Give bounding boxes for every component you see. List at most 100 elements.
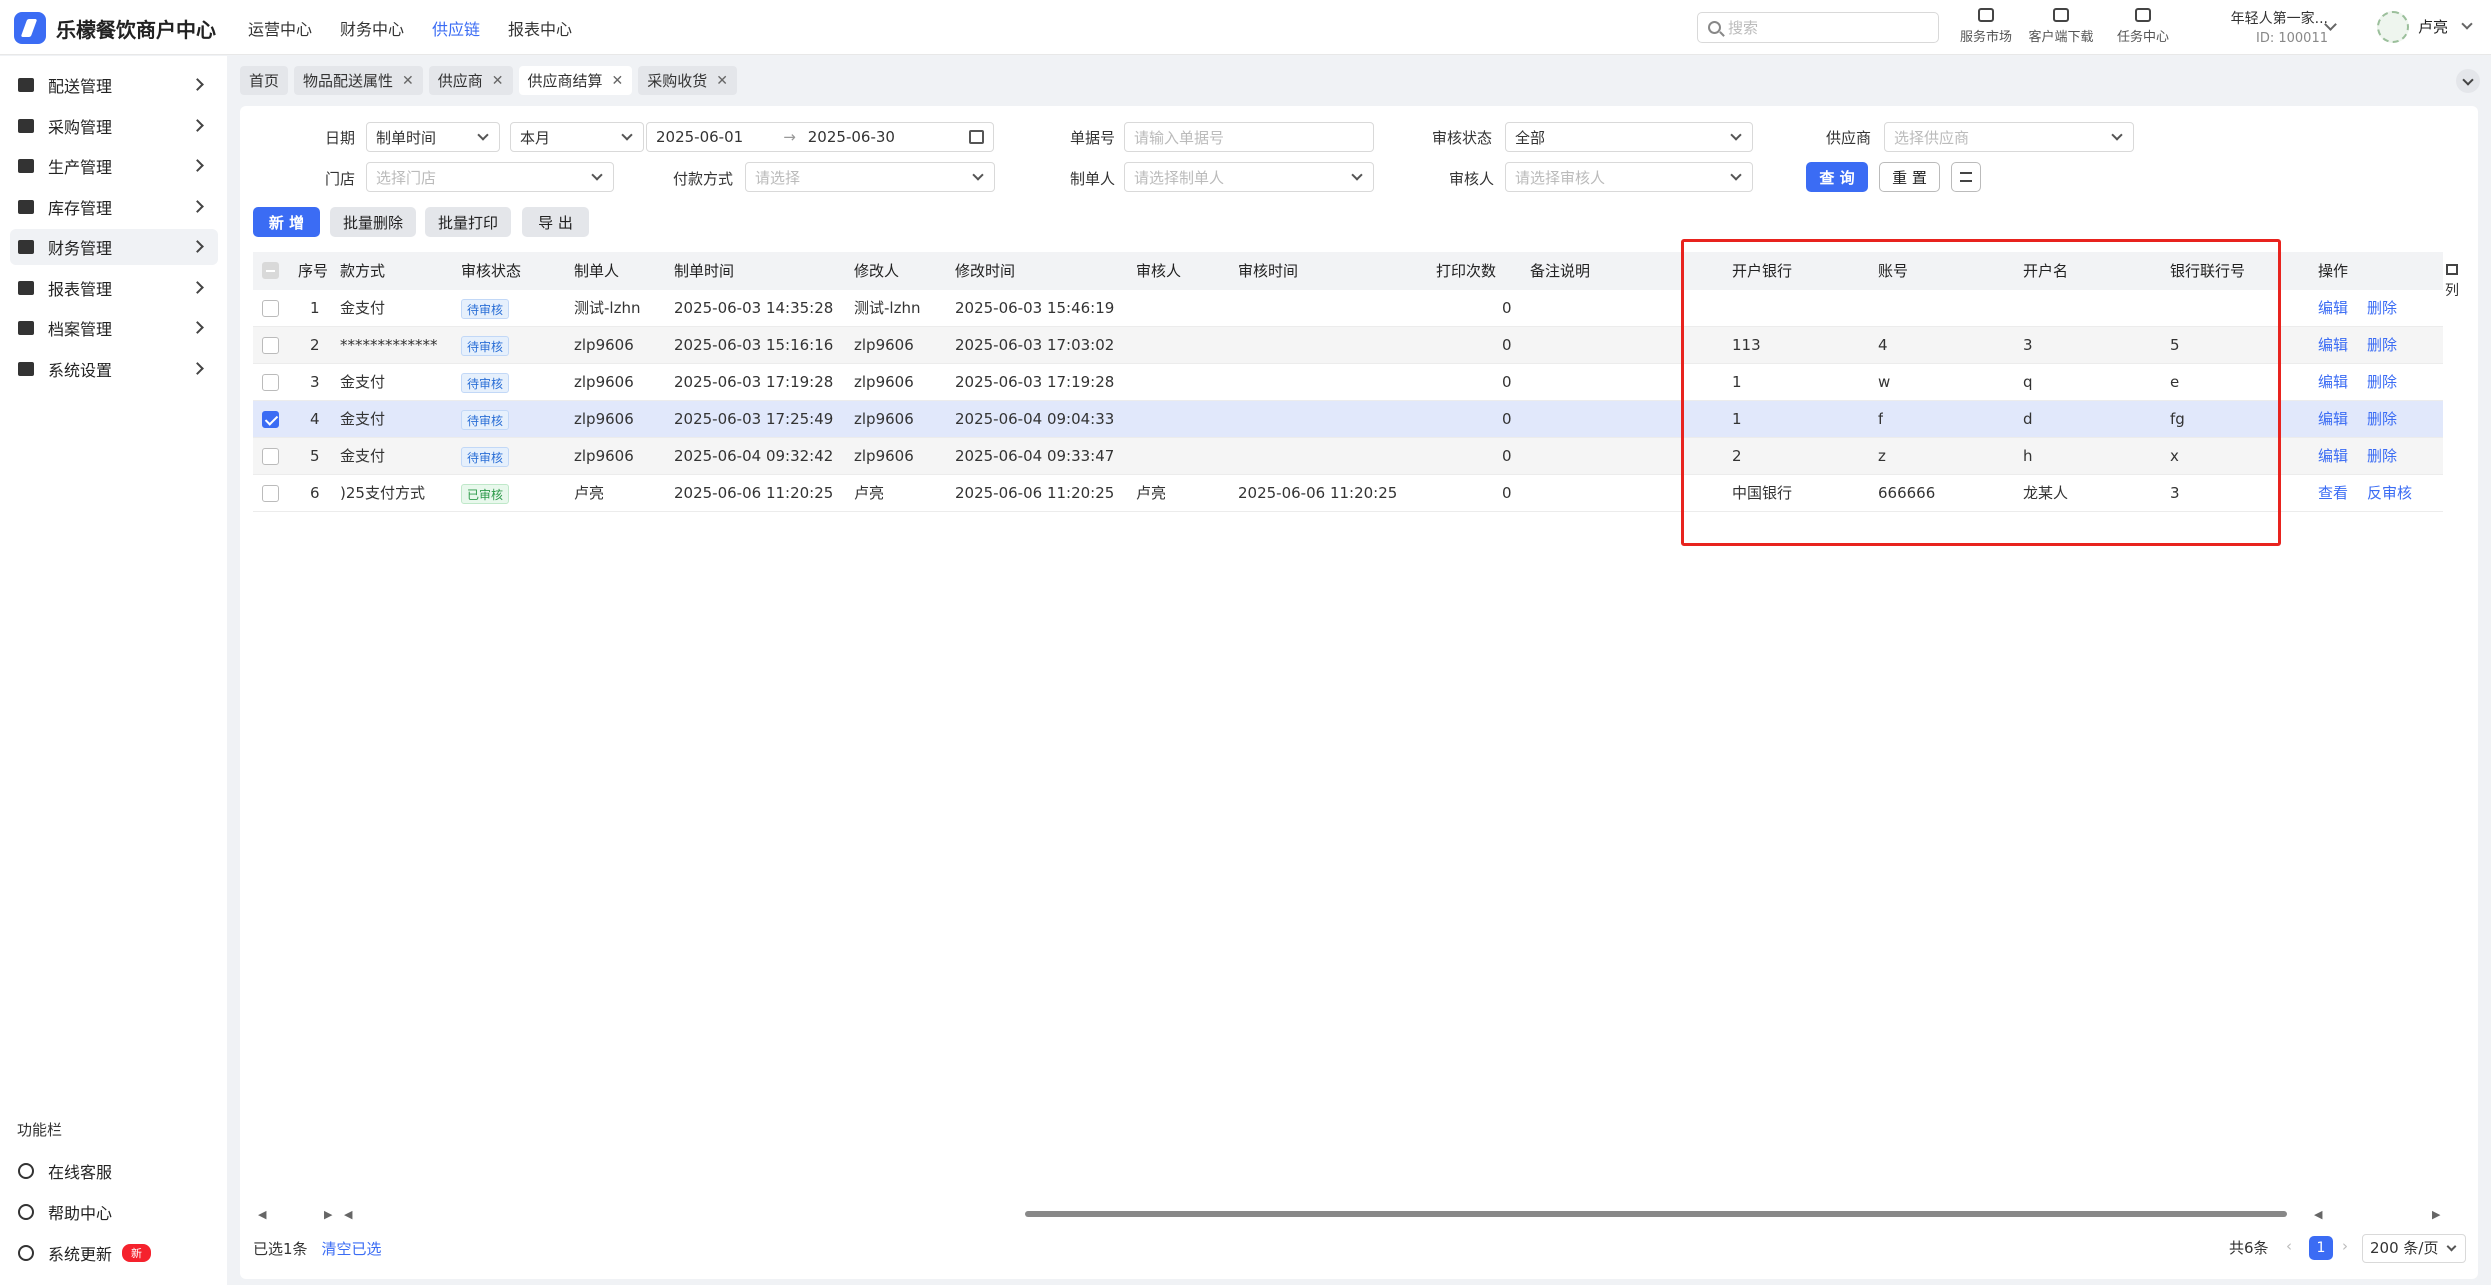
scroll-left-icon[interactable]: ◀	[344, 1208, 352, 1221]
export-button[interactable]: 导 出	[522, 207, 589, 237]
close-icon[interactable]: ✕	[492, 73, 504, 89]
col-header-print-count[interactable]: 打印次数	[1436, 252, 1496, 290]
avatar[interactable]	[2377, 11, 2409, 43]
col-header-account[interactable]: 账号	[1878, 252, 1908, 290]
prev-page-icon[interactable]: ‹	[2286, 1237, 2292, 1255]
table-row[interactable]: 4 金支付 待审核 zlp9606 2025-06-03 17:25:49 zlp9606…	[253, 401, 2443, 438]
topnav-operations[interactable]: 运营中心	[248, 16, 312, 40]
help-center-link[interactable]: 帮助中心	[18, 1200, 112, 1224]
next-page-icon[interactable]: ›	[2342, 1237, 2348, 1255]
col-header-create-time[interactable]: 制单时间	[674, 252, 734, 290]
close-icon[interactable]: ✕	[612, 73, 624, 89]
delete-link[interactable]: 删除	[2367, 401, 2397, 438]
scroll-left-icon[interactable]: ◀	[2314, 1208, 2322, 1221]
row-checkbox[interactable]	[262, 300, 279, 317]
reset-button[interactable]: 重 置	[1879, 162, 1940, 192]
col-header-auditor[interactable]: 审核人	[1136, 252, 1181, 290]
filter-settings-button[interactable]	[1951, 162, 1981, 192]
scroll-left-icon[interactable]: ◀	[258, 1208, 266, 1221]
sidebar-item-finance[interactable]: 财务管理	[10, 229, 218, 265]
auditor-select[interactable]: 请选择审核人	[1505, 162, 1753, 192]
delete-link[interactable]: 删除	[2367, 364, 2397, 401]
col-header-payment-method[interactable]: 款方式	[340, 252, 410, 290]
doc-no-input[interactable]: 请输入单据号	[1124, 122, 1374, 152]
page-size-select[interactable]: 200 条/页	[2362, 1234, 2466, 1263]
sidebar-item-inventory[interactable]: 库存管理	[10, 189, 218, 225]
online-support-link[interactable]: 在线客服	[18, 1159, 112, 1183]
row-checkbox[interactable]	[262, 374, 279, 391]
scroll-right-icon[interactable]: ▶	[2432, 1208, 2440, 1221]
tab-supplier[interactable]: 供应商 ✕	[428, 66, 513, 95]
tab-purchase-receipt[interactable]: 采购收货 ✕	[638, 66, 738, 95]
delete-link[interactable]: 删除	[2367, 438, 2397, 475]
audit-status-select[interactable]: 全部	[1505, 122, 1753, 152]
batch-delete-button[interactable]: 批量删除	[330, 207, 416, 237]
edit-link[interactable]: 编辑	[2318, 401, 2348, 438]
close-icon[interactable]: ✕	[402, 73, 414, 89]
table-row[interactable]: 1 金支付 待审核 测试-lzhn 2025-06-03 14:35:28 测试-lzhn…	[253, 290, 2443, 327]
view-link[interactable]: 查看	[2318, 475, 2348, 512]
date-type-select[interactable]: 制单时间	[366, 122, 500, 152]
tabs-more-button[interactable]	[2456, 69, 2480, 93]
batch-print-button[interactable]: 批量打印	[425, 207, 511, 237]
system-update-link[interactable]: 系统更新新	[18, 1241, 152, 1265]
clear-selection-link[interactable]: 清空已选	[322, 1240, 382, 1258]
user-name[interactable]: 卢亮	[2418, 16, 2448, 37]
service-market-button[interactable]: 服务市场	[1951, 6, 2021, 45]
select-all-checkbox[interactable]	[262, 262, 279, 279]
tab-item-delivery-attr[interactable]: 物品配送属性 ✕	[294, 66, 423, 95]
edit-link[interactable]: 编辑	[2318, 438, 2348, 475]
row-checkbox[interactable]	[262, 411, 279, 428]
payment-method-select[interactable]: 请选择	[745, 162, 995, 192]
tab-supplier-settlement[interactable]: 供应商结算 ✕	[518, 66, 633, 95]
col-header-audit-time[interactable]: 审核时间	[1238, 252, 1298, 290]
chevron-down-icon[interactable]	[2461, 18, 2473, 30]
app-logo[interactable]: 乐檬餐饮商户中心	[14, 12, 216, 44]
table-row[interactable]: 2 ************* 待审核 zlp9606 2025-06-03 15:16…	[253, 327, 2443, 364]
scrollbar-thumb[interactable]	[1025, 1211, 2287, 1217]
date-range-picker[interactable]: 2025-06-01 → 2025-06-30	[646, 122, 994, 152]
supplier-select[interactable]: 选择供应商	[1884, 122, 2134, 152]
edit-link[interactable]: 编辑	[2318, 327, 2348, 364]
sidebar-item-reports[interactable]: 报表管理	[10, 270, 218, 306]
edit-link[interactable]: 编辑	[2318, 290, 2348, 327]
sidebar-item-settings[interactable]: 系统设置	[10, 351, 218, 387]
col-header-modifier[interactable]: 修改人	[854, 252, 899, 290]
query-button[interactable]: 查 询	[1806, 162, 1868, 192]
delete-link[interactable]: 删除	[2367, 290, 2397, 327]
table-row[interactable]: 5 金支付 待审核 zlp9606 2025-06-04 09:32:42 zlp9606…	[253, 438, 2443, 475]
column-settings-button[interactable]: 列	[2443, 264, 2461, 300]
sidebar-item-delivery[interactable]: 配送管理	[10, 67, 218, 103]
sidebar-item-purchase[interactable]: 采购管理	[10, 108, 218, 144]
col-header-bank-code[interactable]: 银行联行号	[2170, 252, 2245, 290]
sidebar-item-production[interactable]: 生产管理	[10, 148, 218, 184]
close-icon[interactable]: ✕	[716, 73, 728, 89]
row-checkbox[interactable]	[262, 337, 279, 354]
table-row[interactable]: 3 金支付 待审核 zlp9606 2025-06-03 17:19:28 zlp9606…	[253, 364, 2443, 401]
search-input[interactable]: 搜索	[1697, 12, 1939, 43]
creator-select[interactable]: 请选择制单人	[1124, 162, 1374, 192]
delete-link[interactable]: 删除	[2367, 327, 2397, 364]
topnav-finance[interactable]: 财务中心	[340, 16, 404, 40]
page-number-current[interactable]: 1	[2309, 1236, 2333, 1260]
horizontal-scrollbar[interactable]: ◀ ▶ ◀ ◀ ▶	[253, 1207, 2443, 1221]
topnav-reports[interactable]: 报表中心	[508, 16, 572, 40]
task-center-button[interactable]: 任务中心	[2113, 6, 2173, 45]
tab-home[interactable]: 首页	[240, 66, 289, 95]
scroll-right-icon[interactable]: ▶	[324, 1208, 332, 1221]
store-select[interactable]: 选择门店	[366, 162, 614, 192]
topnav-supply-chain[interactable]: 供应链	[432, 16, 480, 40]
row-checkbox[interactable]	[262, 485, 279, 502]
add-button[interactable]: 新 增	[253, 207, 320, 237]
unaudit-link[interactable]: 反审核	[2367, 475, 2412, 512]
col-header-account-holder[interactable]: 开户名	[2023, 252, 2068, 290]
row-checkbox[interactable]	[262, 448, 279, 465]
col-header-modify-time[interactable]: 修改时间	[955, 252, 1015, 290]
merchant-switcher[interactable]: 年轻人第一家... ID: 100011	[2208, 8, 2328, 46]
col-header-creator[interactable]: 制单人	[574, 252, 619, 290]
client-download-button[interactable]: 客户端下载	[2025, 6, 2097, 45]
col-header-audit-status[interactable]: 审核状态	[461, 252, 521, 290]
col-header-bank[interactable]: 开户银行	[1732, 252, 1792, 290]
edit-link[interactable]: 编辑	[2318, 364, 2348, 401]
date-range-select[interactable]: 本月	[510, 122, 644, 152]
